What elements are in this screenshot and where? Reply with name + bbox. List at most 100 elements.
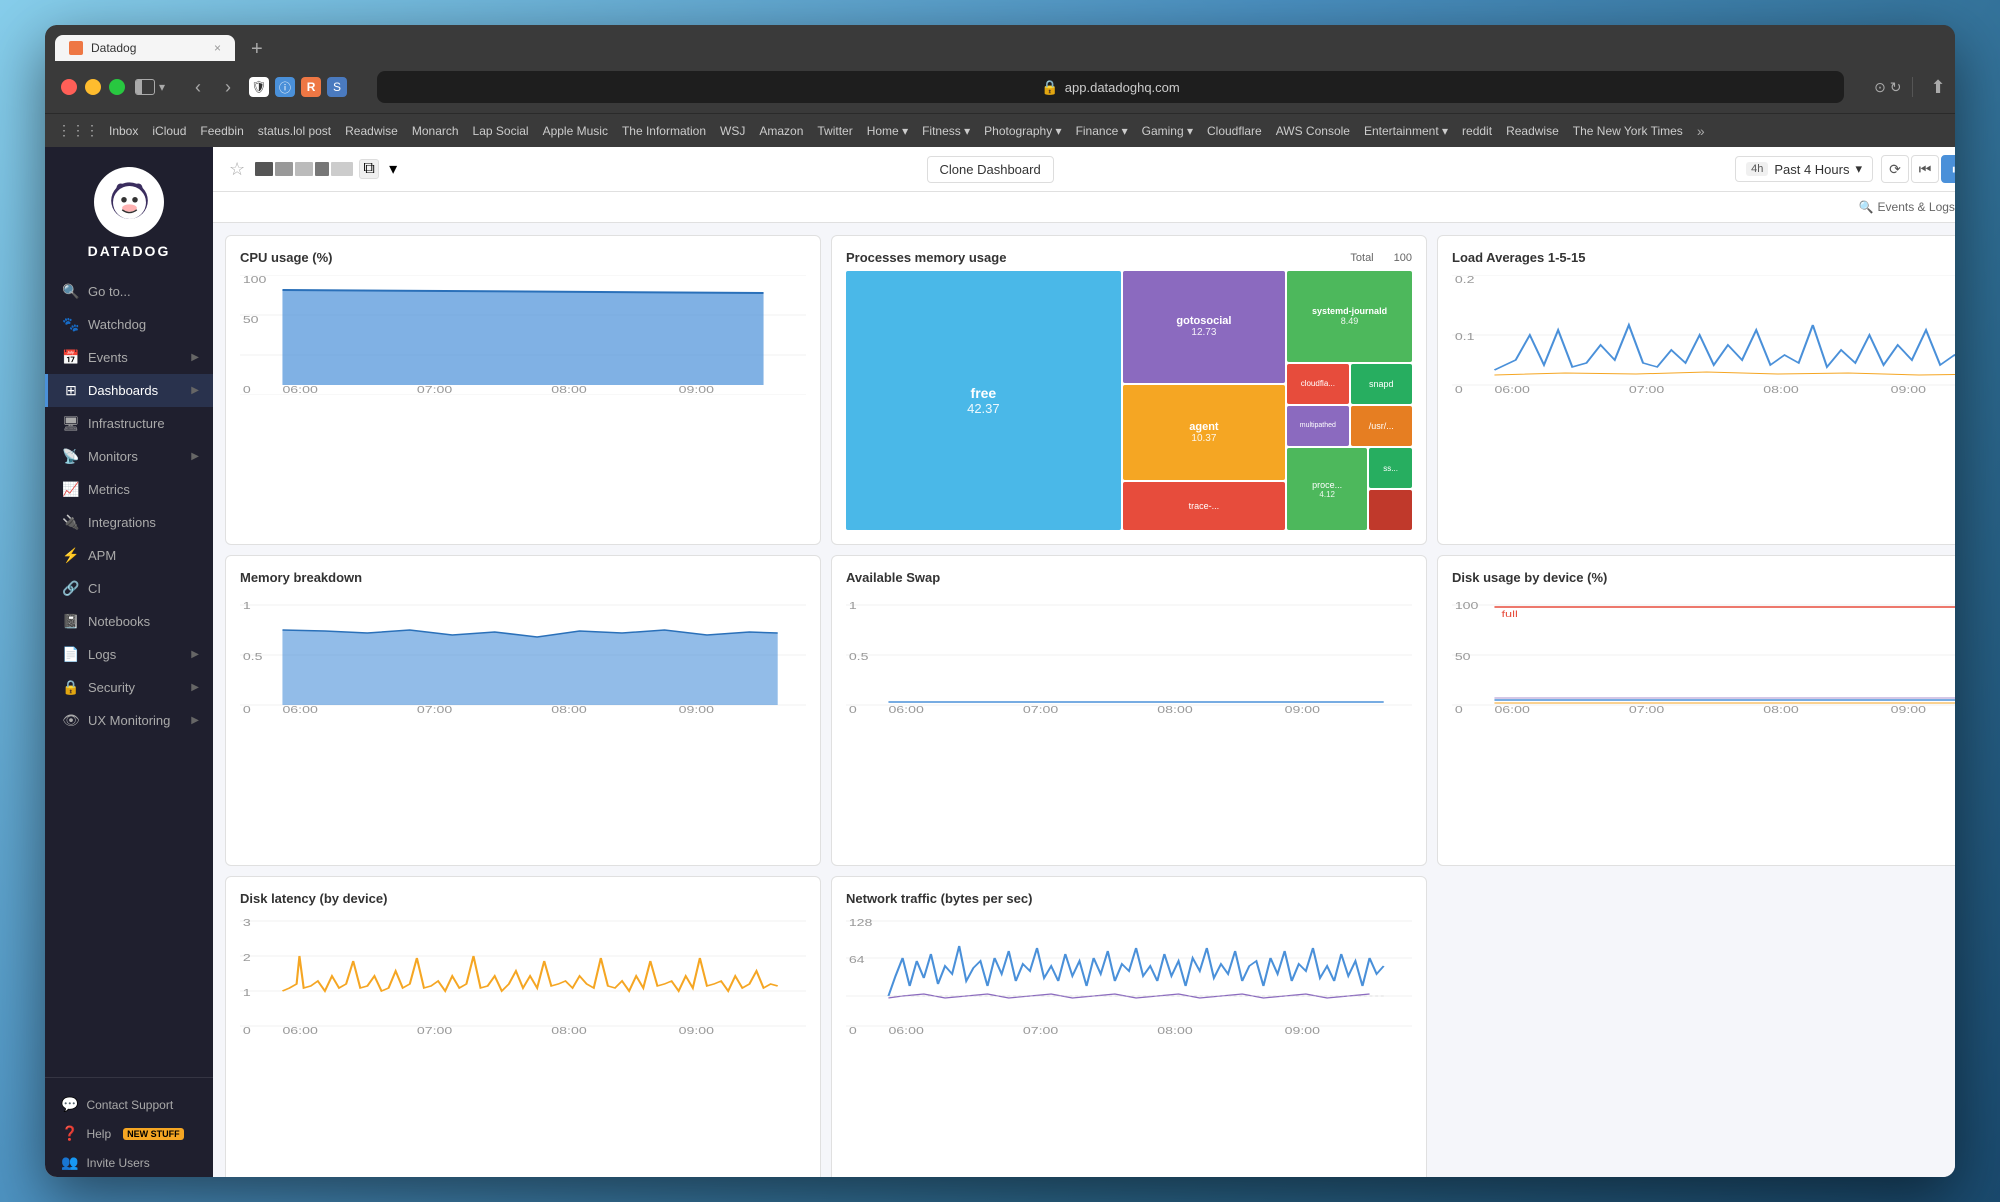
maximize-traffic-light[interactable] [109,79,125,95]
nav-monitors[interactable]: 📡 Monitors ▶ [45,440,213,473]
bookmark-feedbin[interactable]: Feedbin [196,122,247,140]
invite-users-item[interactable]: 👥 Invite Users [57,1148,201,1177]
refresh-icon[interactable]: ↻ [1890,79,1902,96]
tm-free-cell[interactable]: free 42.37 [846,271,1121,530]
refresh-sync-btn[interactable]: ⟳ [1881,155,1909,183]
tab-close-btn[interactable]: × [214,41,221,55]
bookmark-apple-music[interactable]: Apple Music [539,122,612,140]
minimize-traffic-light[interactable] [85,79,101,95]
bookmark-finance[interactable]: Finance ▾ [1072,122,1132,140]
bookmark-nyt[interactable]: The New York Times [1569,122,1687,140]
bookmark-lap[interactable]: Lap Social [469,122,533,140]
svg-text:0.1: 0.1 [1455,331,1475,342]
tm-proce-cell[interactable]: proce... 4.12 [1287,448,1367,530]
bookmark-status[interactable]: status.lol post [254,122,335,140]
svg-text:06:00: 06:00 [1494,384,1530,395]
bookmark-icloud[interactable]: iCloud [148,122,190,140]
dash-icon-1 [255,162,273,176]
nav-events[interactable]: 📅 Events ▶ [45,341,213,374]
network-traffic-title: Network traffic (bytes per sec) [846,891,1412,906]
disk-usage-widget: Disk usage by device (%) 100 50 0 [1437,555,1955,865]
bookmark-photography[interactable]: Photography ▾ [980,122,1065,140]
tm-multipathd-cell[interactable]: multipathed [1287,406,1348,446]
svg-text:100: 100 [1455,600,1479,611]
chevron-down-icon[interactable]: ▾ [383,159,403,179]
tm-trace-cell[interactable]: trace-... [1123,482,1285,530]
tm-gotosocial-cell[interactable]: gotosocial 12.73 [1123,271,1285,383]
nav-watchdog[interactable]: 🐾 Watchdog [45,308,213,341]
tm-ss-cell[interactable]: ss... [1369,448,1412,488]
play-pause-btn[interactable]: ⏸ [1941,155,1955,183]
s-extension[interactable]: S [327,77,347,97]
nav-goto[interactable]: 🔍 Go to... [45,275,213,308]
background: Datadog × + ▾ ‹ [0,0,2000,1202]
bookmark-amazon[interactable]: Amazon [755,122,807,140]
bookmark-readwise[interactable]: Readwise [341,122,402,140]
help-label: Help [86,1127,111,1141]
bookmarks-more[interactable]: » [1697,123,1705,139]
bookmark-entertainment[interactable]: Entertainment ▾ [1360,122,1452,140]
camera-icon[interactable]: ⊙ [1874,79,1886,96]
tm-snapd-label: snapd [1369,379,1394,389]
bookmark-information[interactable]: The Information [618,122,710,140]
bookmark-readwise2[interactable]: Readwise [1502,122,1563,140]
bookmark-gaming[interactable]: Gaming ▾ [1138,122,1197,140]
tm-agent-label: agent [1189,421,1218,433]
bookmark-aws[interactable]: AWS Console [1272,122,1354,140]
active-tab[interactable]: Datadog × [55,35,235,61]
svg-text:06:00: 06:00 [282,704,318,715]
shield-extension[interactable]: 🛡 [249,77,269,97]
bookmark-cloudflare[interactable]: Cloudflare [1203,122,1266,140]
step-back-btn[interactable]: ⏮ [1911,155,1939,183]
nav-ux-monitoring[interactable]: 👁 UX Monitoring ▶ [45,704,213,737]
new-tab-btn[interactable]: + [243,38,271,61]
nav-logs[interactable]: 📄 Logs ▶ [45,638,213,671]
tm-proce-value: 4.12 [1319,490,1335,499]
close-traffic-light[interactable] [61,79,77,95]
nav-integrations[interactable]: 🔌 Integrations [45,506,213,539]
share-btn[interactable]: ⬆ [1923,73,1954,102]
bookmark-twitter[interactable]: Twitter [813,122,856,140]
info-extension[interactable]: ⓘ [275,77,295,97]
grid-icon[interactable]: ⋮⋮⋮ [57,122,99,139]
tm-systemd-cell[interactable]: systemd-journald 8.49 [1287,271,1412,362]
tm-cloudfla-cell[interactable]: cloudfla... [1287,364,1348,404]
bookmark-wsj[interactable]: WSJ [716,122,749,140]
tm-usr-label: /usr/... [1369,421,1394,431]
tm-usr-cell[interactable]: /usr/... [1351,406,1412,446]
address-bar[interactable]: 🔒 app.datadoghq.com [377,71,1844,103]
bookmark-fitness[interactable]: Fitness ▾ [918,122,974,140]
sidebar-toggle-arrow[interactable]: ▾ [159,80,165,94]
forward-btn[interactable]: › [217,73,239,102]
bookmark-monarch[interactable]: Monarch [408,122,463,140]
nav-metrics[interactable]: 📈 Metrics [45,473,213,506]
favorite-star[interactable]: ☆ [229,159,245,180]
nav-notebooks[interactable]: 📓 Notebooks [45,605,213,638]
contact-support-item[interactable]: 💬 Contact Support [57,1090,201,1119]
clone-dashboard-btn[interactable]: Clone Dashboard [927,156,1054,183]
nav-dashboards[interactable]: ⊞ Dashboards ▶ [45,374,213,407]
events-logs-btn[interactable]: 🔍 Events & Logs [1851,196,1955,218]
bookmark-inbox[interactable]: Inbox [105,122,142,140]
tm-snapd-cell[interactable]: snapd [1351,364,1412,404]
time-range-btn[interactable]: 4h Past 4 Hours ▾ [1735,156,1873,182]
sidebar-toggle[interactable]: ▾ [135,79,165,95]
nav-watchdog-label: Watchdog [88,317,199,332]
tm-col-right: snapd /usr/... [1351,364,1412,446]
tm-extra-cell[interactable] [1369,490,1412,530]
nav-ci[interactable]: 🔗 CI [45,572,213,605]
svg-text:3: 3 [243,917,251,928]
back-btn[interactable]: ‹ [187,73,209,102]
copy-icon[interactable]: ⧉ [359,159,379,179]
bookmark-reddit[interactable]: reddit [1458,122,1496,140]
tm-gotosocial-label: gotosocial [1176,315,1231,327]
nav-security[interactable]: 🔒 Security ▶ [45,671,213,704]
tm-agent-cell[interactable]: agent 10.37 [1123,385,1285,481]
nav-infrastructure[interactable]: 🖥 Infrastructure [45,407,213,440]
help-item[interactable]: ❓ Help NEW STUFF [57,1119,201,1148]
nav-controls: ‹ › [187,73,239,102]
nav-apm[interactable]: ⚡ APM [45,539,213,572]
events-arrow: ▶ [191,352,199,363]
r-extension[interactable]: R [301,77,321,97]
bookmark-home[interactable]: Home ▾ [863,122,912,140]
